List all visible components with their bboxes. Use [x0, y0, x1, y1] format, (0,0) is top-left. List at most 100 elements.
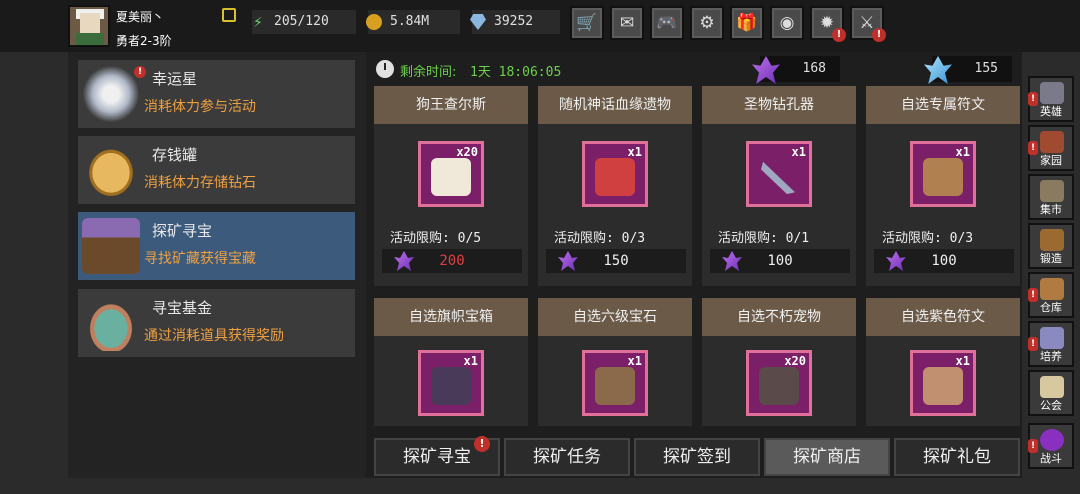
item-title: 自选专属符文: [866, 86, 1020, 124]
purple-rune-bag-icon: [923, 367, 963, 405]
alert-badge: !: [134, 66, 146, 78]
purple-crystal-icon: [722, 251, 742, 271]
sidebar-item-battle[interactable]: ! 战斗: [1028, 423, 1074, 469]
trophy-icon: [1040, 327, 1064, 349]
coin-icon: [366, 14, 382, 30]
timer-label: 剩余时间:: [400, 65, 457, 80]
sidebar-item-forge[interactable]: 锻造: [1028, 223, 1074, 269]
item-title: 自选紫色符文: [866, 298, 1020, 336]
shop-item-card[interactable]: 自选旗帜宝箱 x1: [374, 298, 528, 426]
item-image: x1: [418, 350, 484, 416]
energy-counter: ⚡ 205/120: [252, 10, 356, 34]
tab-mining-checkin[interactable]: 探矿签到: [634, 438, 760, 476]
market-stall-icon: [1040, 180, 1064, 202]
avatar[interactable]: [68, 5, 110, 47]
clock-icon: [376, 60, 394, 78]
menu-item-treasure-fund[interactable]: 寻宝基金 通过消耗道具获得奖励: [78, 289, 355, 357]
mining-shop-panel: 剩余时间: 1天 18:06:05 168 155 狗王查尔斯 x20 活动限购…: [366, 52, 1022, 478]
menu-item-subtitle: 通过消耗道具获得奖励: [144, 328, 284, 344]
wheel-icon: ◉: [779, 13, 795, 33]
item-quantity: x1: [955, 354, 970, 368]
item-image: x20: [746, 350, 812, 416]
menu-item-piggy-bank[interactable]: 存钱罐 消耗体力存储钻石: [78, 136, 355, 204]
sidebar-item-home[interactable]: ! 家园: [1028, 125, 1074, 171]
shop-item-card[interactable]: 圣物钻孔器 x1 活动限购: 0/1 100: [702, 86, 856, 286]
dog-icon: [431, 158, 471, 196]
item-image: x20: [418, 141, 484, 207]
purple-crystal-icon: [558, 251, 578, 271]
tab-mining-treasure[interactable]: 探矿寻宝 !: [374, 436, 500, 476]
item-image: x1: [582, 350, 648, 416]
drill-icon: [761, 161, 795, 195]
price-button[interactable]: 100: [710, 249, 850, 273]
shop-cart-button[interactable]: 🛒: [570, 6, 604, 40]
price-button[interactable]: 150: [546, 249, 686, 273]
activity-menu: ! 幸运星 消耗体力参与活动 存钱罐 消耗体力存储钻石 探矿寻宝 寻找矿藏获得宝…: [68, 52, 366, 478]
item-title: 随机神话血缘遗物: [538, 86, 692, 124]
price-button[interactable]: 200: [382, 249, 522, 273]
menu-item-lucky-star[interactable]: ! 幸运星 消耗体力参与活动: [78, 60, 355, 128]
energy-icon: ⚡: [253, 12, 263, 31]
item-quantity: x1: [627, 145, 642, 159]
shop-item-card[interactable]: 狗王查尔斯 x20 活动限购: 0/5 200: [374, 86, 528, 286]
wheel-button[interactable]: ◉: [770, 6, 804, 40]
item-image: x1: [582, 141, 648, 207]
shop-item-card[interactable]: 随机神话血缘遗物 x1 活动限购: 0/3 150: [538, 86, 692, 286]
purple-crystal-counter: 168: [752, 56, 840, 84]
gift-button[interactable]: 🎁: [730, 6, 764, 40]
menu-item-title: 寻宝基金: [152, 299, 213, 317]
shop-cart-icon: 🛒: [576, 13, 598, 33]
house-icon: [1040, 131, 1064, 153]
mail-icon: ✉: [619, 13, 635, 33]
shop-item-card[interactable]: 自选六级宝石 x1: [538, 298, 692, 426]
shop-item-card[interactable]: 自选专属符文 x1 活动限购: 0/3 100: [866, 86, 1020, 286]
gamepad-button[interactable]: 🎮: [650, 6, 684, 40]
treasure-chest-icon: [82, 218, 140, 274]
tab-mining-tasks[interactable]: 探矿任务: [504, 438, 630, 476]
crate-icon: [1040, 278, 1064, 300]
blue-crystal-icon: [924, 56, 952, 84]
purple-crystal-icon: [886, 251, 906, 271]
item-image: x1: [910, 141, 976, 207]
fireworks-button[interactable]: ✹!: [810, 6, 846, 42]
anvil-icon: [1040, 229, 1064, 251]
treasure-bag-icon: [82, 295, 140, 351]
helmet-icon: [1040, 82, 1064, 104]
item-title: 自选不朽宠物: [702, 298, 856, 336]
relic-scroll-icon: [595, 158, 635, 196]
alert-badge: !: [872, 28, 886, 42]
menu-item-mining-treasure[interactable]: 探矿寻宝 寻找矿藏获得宝藏: [78, 212, 355, 280]
purchase-limit: 活动限购: 0/3: [882, 231, 974, 246]
sidebar-item-training[interactable]: ! 培养: [1028, 321, 1074, 367]
mail-button[interactable]: ✉: [610, 6, 644, 40]
piggy-bank-icon: [82, 142, 140, 198]
shop-item-card[interactable]: 自选紫色符文 x1: [866, 298, 1020, 426]
item-title: 自选旗帜宝箱: [374, 298, 528, 336]
tab-mining-gift-pack[interactable]: 探矿礼包: [894, 438, 1020, 476]
price-button[interactable]: 100: [874, 249, 1014, 273]
alert-badge: !: [474, 436, 490, 452]
coin-counter: 5.84M: [366, 10, 460, 34]
edit-icon[interactable]: [222, 8, 236, 22]
sidebar-item-hero[interactable]: ! 英雄: [1028, 76, 1074, 122]
sidebar-item-guild[interactable]: 公会: [1028, 370, 1074, 416]
pet-chest-icon: [759, 367, 799, 405]
player-name: 夏美丽丶: [116, 10, 165, 24]
timer-value: 1天 18:06:05: [470, 65, 562, 80]
sidebar-item-market[interactable]: 集市: [1028, 174, 1074, 220]
tab-mining-shop[interactable]: 探矿商店: [764, 438, 890, 476]
rune-bag-icon: [923, 158, 963, 196]
sidebar-item-warehouse[interactable]: ! 仓库: [1028, 272, 1074, 318]
battle-button[interactable]: ⚔!: [850, 6, 886, 42]
gamepad-icon: 🎮: [656, 13, 678, 33]
item-image: x1: [910, 350, 976, 416]
item-quantity: x1: [791, 145, 806, 159]
settings-button[interactable]: ⚙: [690, 6, 724, 40]
purple-crystal-icon: [752, 56, 780, 84]
alert-badge: !: [832, 28, 846, 42]
blue-crystal-counter: 155: [924, 56, 1012, 84]
item-quantity: x20: [784, 354, 806, 368]
fireworks-icon: ✹: [819, 13, 835, 33]
shop-item-card[interactable]: 自选不朽宠物 x20: [702, 298, 856, 426]
item-quantity: x20: [456, 145, 478, 159]
